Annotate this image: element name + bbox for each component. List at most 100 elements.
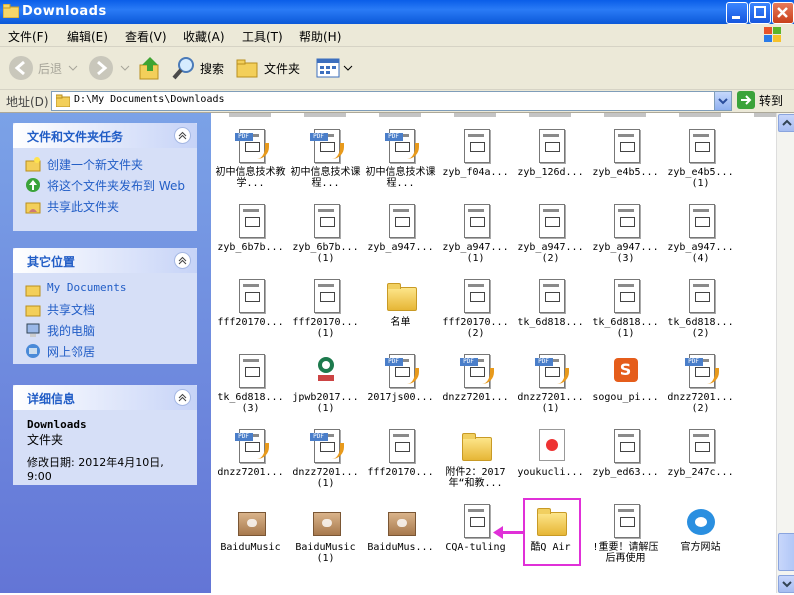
file-name: dnzz7201... [442, 392, 509, 403]
folder-icon [460, 429, 492, 463]
file-item[interactable]: fff20170... (1) [288, 279, 363, 339]
file-name: BaiduMusic (1) [295, 542, 356, 564]
menu-file[interactable]: 文件(F) [8, 28, 48, 45]
details-header[interactable]: 详细信息 [13, 385, 197, 410]
file-name: 附件2：2017年“和教... [445, 467, 506, 489]
folders-button[interactable]: 文件夹 [236, 53, 300, 83]
file-item[interactable]: !重要！请解压后再使用 [588, 504, 663, 564]
file-item[interactable]: PDF dnzz7201... (1) [288, 429, 363, 489]
scroll-up-button[interactable] [778, 114, 794, 132]
file-name: dnzz7201... (1) [517, 392, 584, 414]
annotation-arrow [493, 526, 523, 539]
file-item[interactable]: BaiduMusic (1) [288, 504, 363, 564]
file-item[interactable]: PDF 初中信息技术教学... [213, 129, 288, 189]
file-item[interactable]: tk_6d818... (3) [213, 354, 288, 414]
menu-tools[interactable]: 工具(T) [242, 28, 283, 45]
address-dropdown-button[interactable] [714, 92, 731, 110]
file-item[interactable]: 官方网站 [663, 504, 738, 553]
file-name: BaiduMus... [367, 542, 434, 553]
file-item[interactable]: BaiduMus... [363, 504, 438, 553]
place-label: 网上邻居 [47, 345, 96, 359]
file-item[interactable]: zyb_e4b5... [588, 129, 663, 178]
file-item[interactable]: BaiduMusic [213, 504, 288, 553]
publish-web-task[interactable]: 将这个文件夹发布到 Web [13, 175, 197, 196]
chevron-down-icon [68, 65, 78, 71]
forward-button[interactable] [88, 53, 130, 83]
scroll-thumb[interactable] [778, 533, 794, 571]
up-folder-button[interactable] [138, 53, 162, 83]
chevron-down-icon [718, 98, 728, 105]
share-folder-task[interactable]: 共享此文件夹 [13, 196, 197, 217]
address-label: 地址(D) [6, 95, 49, 109]
file-item[interactable]: zyb_ed63... [588, 429, 663, 478]
file-item[interactable]: PDF dnzz7201... (2) [663, 354, 738, 414]
file-item[interactable]: PDF 2017js00... [363, 354, 438, 403]
file-item[interactable]: PDF dnzz7201... [213, 429, 288, 478]
file-item[interactable]: zyb_126d... [513, 129, 588, 178]
file-item[interactable]: tk_6d818... (1) [588, 279, 663, 339]
search-button[interactable]: 搜索 [172, 53, 224, 83]
place-my-computer[interactable]: 我的电脑 [13, 320, 197, 341]
file-item[interactable]: fff20170... [213, 279, 288, 328]
menu-view[interactable]: 查看(V) [125, 28, 167, 45]
file-item[interactable]: zyb_a947... (1) [438, 204, 513, 264]
go-arrow-icon [737, 91, 755, 109]
file-item[interactable]: zyb_a947... [363, 204, 438, 253]
vertical-scrollbar[interactable] [776, 113, 794, 593]
file-item[interactable]: tk_6d818... [513, 279, 588, 328]
file-item[interactable]: zyb_6b7b... [213, 204, 288, 253]
maximize-button[interactable] [749, 2, 771, 24]
file-item[interactable]: zyb_f04a... [438, 129, 513, 178]
file-item[interactable]: Ssogou_pi... [588, 354, 663, 403]
place-my-documents[interactable]: My Documents [13, 279, 197, 299]
file-item[interactable]: fff20170... (2) [438, 279, 513, 339]
file-name: fff20170... [217, 317, 284, 328]
file-item[interactable]: PDF dnzz7201... [438, 354, 513, 403]
share-folder-icon [25, 202, 41, 214]
file-name: !重要！请解压后再使用 [592, 542, 659, 564]
file-name: zyb_6b7b... [217, 242, 284, 253]
file-item[interactable]: PDF 初中信息技术课程... [288, 129, 363, 189]
scroll-down-button[interactable] [778, 575, 794, 593]
document-icon [610, 129, 642, 163]
details-modified: 修改日期: 2012年4月10日, 9:00 [27, 456, 164, 483]
back-button[interactable]: 后退 [8, 53, 78, 83]
file-item[interactable]: PDF dnzz7201... (1) [513, 354, 588, 414]
file-item[interactable]: zyb_6b7b... (1) [288, 204, 363, 264]
go-button[interactable]: 转到 [737, 91, 783, 109]
file-item[interactable]: zyb_a947... (4) [663, 204, 738, 264]
file-item[interactable]: zyb_a947... (2) [513, 204, 588, 264]
file-item[interactable]: PDF 初中信息技术课程... [363, 129, 438, 189]
folder-icon [385, 279, 417, 313]
views-button[interactable] [316, 53, 353, 83]
menu-edit[interactable]: 编辑(E) [67, 28, 108, 45]
file-item[interactable]: tk_6d818... (2) [663, 279, 738, 339]
collapse-icon[interactable] [174, 252, 191, 269]
file-item[interactable]: fff20170... [363, 429, 438, 478]
minimize-button[interactable] [726, 2, 748, 24]
menu-help[interactable]: 帮助(H) [299, 28, 341, 45]
pdf-icon: PDF [384, 129, 419, 163]
file-item[interactable]: jpwb2017... (1) [288, 354, 363, 414]
file-item[interactable]: 附件2：2017年“和教... [438, 429, 513, 489]
place-network[interactable]: 网上邻居 [13, 341, 197, 362]
address-input[interactable]: D:\My Documents\Downloads [51, 91, 732, 111]
collapse-icon[interactable] [174, 127, 191, 144]
menu-favorites[interactable]: 收藏(A) [183, 28, 225, 45]
document-icon [385, 204, 417, 238]
place-shared-docs[interactable]: 共享文档 [13, 299, 197, 320]
details-title: 详细信息 [27, 392, 76, 406]
file-item[interactable]: zyb_247c... [663, 429, 738, 478]
file-tasks-header[interactable]: 文件和文件夹任务 [13, 123, 197, 148]
collapse-icon[interactable] [174, 389, 191, 406]
new-folder-task[interactable]: 创建一个新文件夹 [13, 154, 197, 175]
file-item[interactable]: youkucli... [513, 429, 588, 478]
file-name: zyb_e4b5... [592, 167, 659, 178]
pdf-icon: PDF [459, 354, 494, 388]
file-item[interactable]: zyb_e4b5... (1) [663, 129, 738, 189]
file-name: zyb_a947... (2) [517, 242, 584, 264]
other-places-header[interactable]: 其它位置 [13, 248, 197, 273]
file-item[interactable]: zyb_a947... (3) [588, 204, 663, 264]
close-button[interactable] [772, 2, 794, 24]
file-item[interactable]: 名单 [363, 279, 438, 328]
